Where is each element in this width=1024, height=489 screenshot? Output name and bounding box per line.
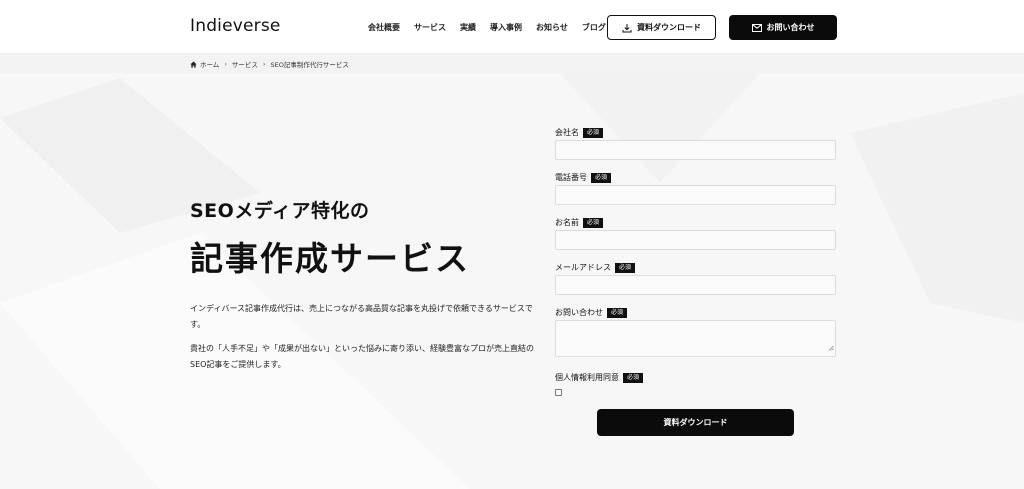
email-label-text: メールアドレス [555,263,611,272]
nav-item-blog[interactable]: ブログ [582,22,606,33]
site-header: Indieverse 会社概要 サービス 実績 導入事例 お知らせ ブログ 資料… [0,0,1024,54]
name-label-text: お名前 [555,218,579,227]
chevron-right-icon: › [224,60,227,68]
hero-subtitle: SEOメディア特化の [190,200,370,222]
company-label: 会社名 必須 [555,127,604,138]
required-badge: 必須 [583,217,604,228]
submit-download-button[interactable]: 資料ダウンロード [597,409,794,436]
mail-icon [751,23,762,32]
phone-label-text: 電話番号 [555,173,587,182]
resize-handle-icon[interactable] [828,336,834,355]
breadcrumb-bar: ホーム › サービス › SEO記事制作代行サービス [0,54,1024,73]
site-logo[interactable]: Indieverse [190,16,281,36]
nav-item-results[interactable]: 実績 [460,22,476,33]
email-label: メールアドレス 必須 [555,262,636,273]
consent-label: 個人情報利用同意 必須 [555,372,644,383]
required-badge: 必須 [583,127,604,138]
inquiry-label-text: お問い合わせ [555,308,603,317]
email-field[interactable] [555,275,836,295]
home-icon [190,60,197,68]
company-label-text: 会社名 [555,128,579,137]
breadcrumb-service[interactable]: サービス [232,59,258,69]
name-label: お名前 必須 [555,217,604,228]
required-badge: 必須 [591,172,612,183]
consent-checkbox[interactable] [555,389,562,396]
nav-item-service[interactable]: サービス [414,22,446,33]
name-field[interactable] [555,230,836,250]
breadcrumb-current: SEO記事制作代行サービス [270,61,349,69]
consent-label-text: 個人情報利用同意 [555,373,619,382]
nav-item-company[interactable]: 会社概要 [368,22,400,33]
hero-description-1: インディバース記事作成代行は、売上につながる高品質な記事を丸投げで依頼できるサー… [190,304,533,329]
inquiry-label: お問い合わせ 必須 [555,307,628,318]
hero-description-2: 貴社の「人手不足」や「成果が出ない」といった悩みに寄り添い、経験豊富なプロが売上… [190,344,534,369]
download-button-label: 資料ダウンロード [637,23,701,32]
nav-item-news[interactable]: お知らせ [536,22,568,33]
phone-label: 電話番号 必須 [555,172,612,183]
required-badge: 必須 [615,262,636,273]
nav-item-cases[interactable]: 導入事例 [490,22,522,33]
inquiry-textarea[interactable] [555,320,836,357]
contact-button[interactable]: お問い合わせ [729,15,837,40]
chevron-right-icon: › [262,60,266,68]
download-button[interactable]: 資料ダウンロード [607,15,716,40]
contact-button-label: お問い合わせ [766,23,815,32]
breadcrumb: ホーム › サービス › SEO記事制作代行サービス [190,59,349,69]
phone-field[interactable] [555,185,836,205]
hero-title: 記事作成サービス [190,239,470,278]
breadcrumb-home[interactable]: ホーム [200,59,219,69]
company-field[interactable] [555,140,836,160]
main-nav: 会社概要 サービス 実績 導入事例 お知らせ ブログ [368,22,620,33]
background-shape [0,73,1024,489]
required-badge: 必須 [623,372,644,383]
required-badge: 必須 [607,307,628,318]
hero-section [0,73,1024,489]
download-icon [622,23,632,33]
